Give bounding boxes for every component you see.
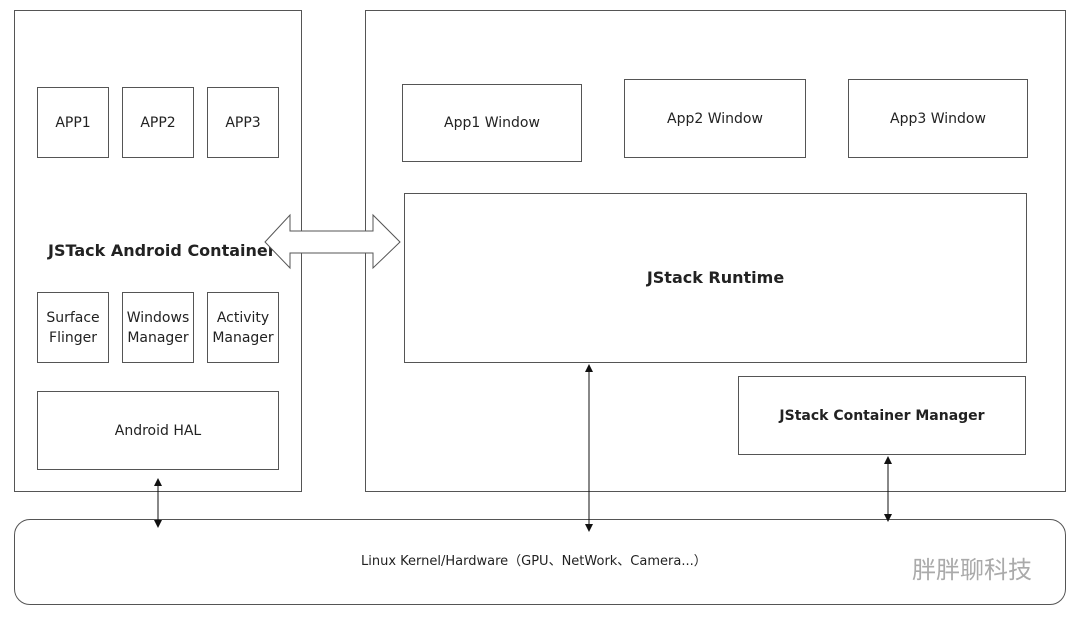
architecture-diagram: APP1 APP2 APP3 JSTack Android Container … bbox=[0, 0, 1080, 617]
arrows bbox=[154, 213, 892, 532]
double-arrow-icon bbox=[264, 213, 401, 270]
